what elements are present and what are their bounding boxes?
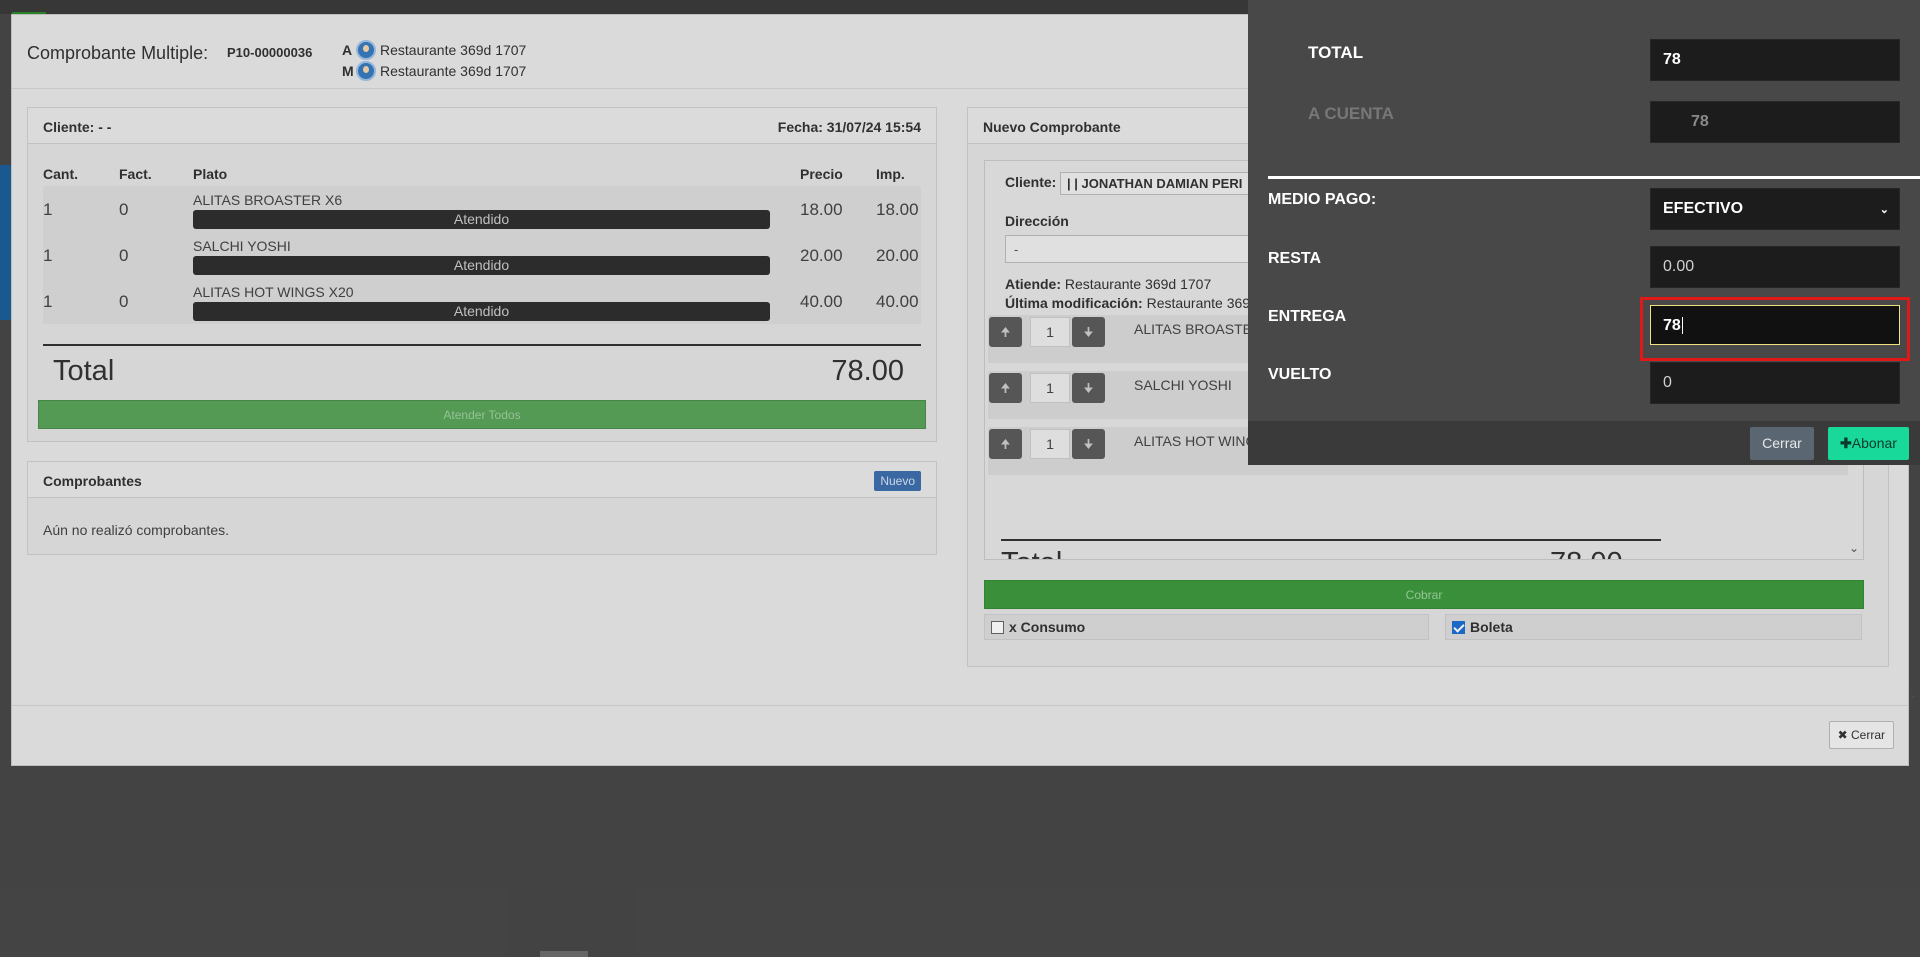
payment-cancel-button[interactable]: Cerrar: [1750, 427, 1814, 460]
text-cursor: [1681, 317, 1683, 335]
payment-divider: [1268, 176, 1920, 179]
vuelto-field: 0: [1650, 362, 1900, 404]
medio-pago-label: MEDIO PAGO:: [1268, 191, 1377, 208]
entrega-label: ENTREGA: [1268, 308, 1347, 325]
entrega-value: 78: [1663, 317, 1681, 334]
resta-label: RESTA: [1268, 250, 1322, 267]
vuelto-label: VUELTO: [1268, 366, 1332, 383]
payment-footer: [1248, 421, 1920, 465]
medio-pago-value: EFECTIVO: [1663, 200, 1744, 217]
background-bottom-strip: [540, 951, 588, 957]
medio-pago-select[interactable]: EFECTIVO ⌄: [1650, 188, 1900, 230]
total-label: TOTAL: [1308, 43, 1364, 62]
total-field: 78: [1650, 39, 1900, 81]
a-cuenta-label: A CUENTA: [1308, 104, 1394, 123]
entrega-input[interactable]: 78: [1650, 305, 1900, 345]
payment-popup: TOTAL 78 A CUENTA 78 MEDIO PAGO: EFECTIV…: [1248, 0, 1920, 465]
a-cuenta-field: 78: [1650, 101, 1900, 143]
abonar-button[interactable]: ✚Abonar: [1828, 427, 1909, 460]
abonar-label: Abonar: [1851, 435, 1897, 451]
resta-field: 0.00: [1650, 246, 1900, 288]
chevron-down-icon: ⌄: [1879, 204, 1889, 216]
plus-icon: ✚: [1840, 435, 1852, 451]
